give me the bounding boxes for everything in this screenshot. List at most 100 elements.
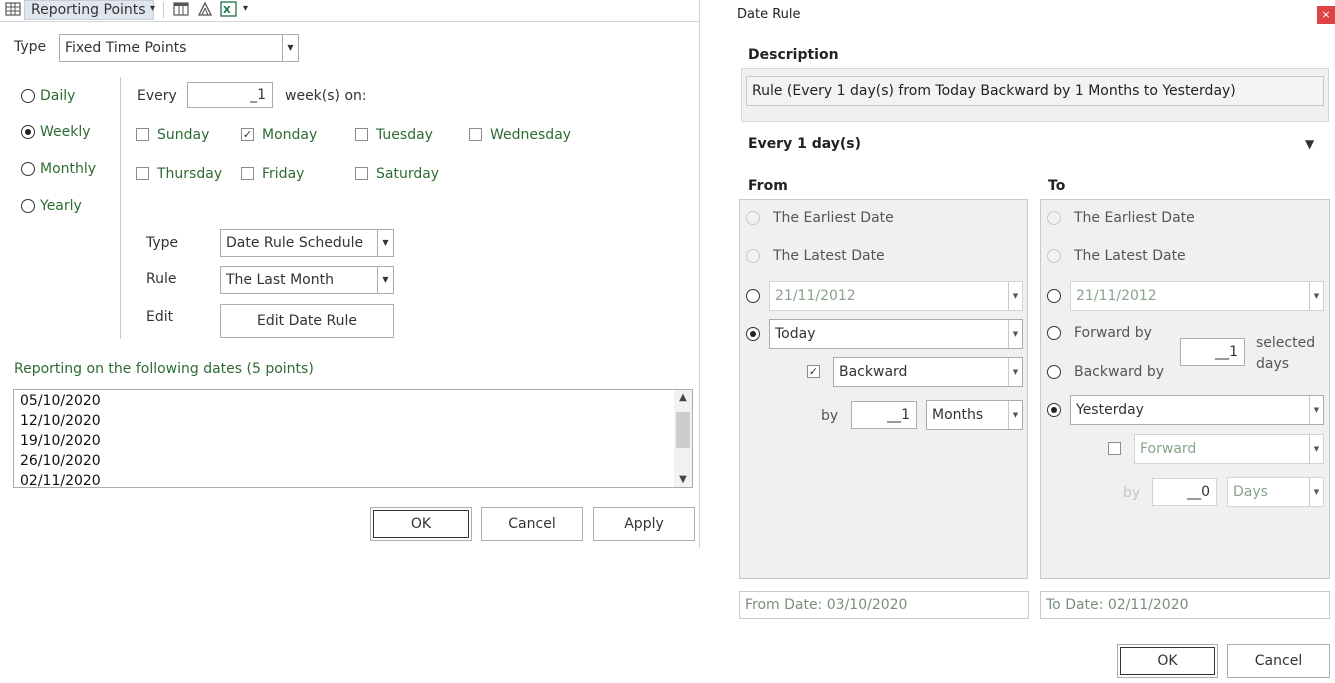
to-relative-value: Yesterday xyxy=(1076,402,1144,418)
to-direction-select[interactable]: Forward ▼ xyxy=(1134,434,1324,464)
rule-label: Rule xyxy=(146,271,177,287)
to-direction-checkbox[interactable] xyxy=(1108,442,1121,455)
to-days-label: days xyxy=(1256,356,1290,372)
table-icon[interactable] xyxy=(172,0,190,20)
frequency-divider xyxy=(120,77,121,339)
edit-label: Edit xyxy=(146,309,174,325)
radio-monthly[interactable] xyxy=(21,162,35,176)
chevron-down-icon[interactable]: ▾ xyxy=(150,0,155,20)
type-label: Type xyxy=(14,39,47,55)
from-earliest-label: The Earliest Date xyxy=(773,210,894,226)
radio-to-relative[interactable] xyxy=(1047,403,1061,417)
to-relative-select[interactable]: Yesterday ▼ xyxy=(1070,395,1324,425)
radio-from-relative[interactable] xyxy=(746,327,760,341)
chevron-down-icon[interactable]: ▼ xyxy=(674,474,692,485)
chevron-down-icon: ▼ xyxy=(1309,282,1323,310)
to-unit-select[interactable]: Days ▼ xyxy=(1227,477,1324,507)
reporting-points-dialog: Reporting Points ▾ X ▾ Type Fixed Time P… xyxy=(0,0,700,548)
list-item[interactable]: 12/10/2020 xyxy=(20,412,101,430)
list-item[interactable]: 05/10/2020 xyxy=(20,392,101,410)
schedule-type-select[interactable]: Date Rule Schedule ▼ xyxy=(220,229,394,257)
cancel-button[interactable]: Cancel xyxy=(481,507,583,541)
chart-icon[interactable] xyxy=(196,0,214,20)
radio-weekly[interactable] xyxy=(21,125,35,139)
checkbox-friday[interactable] xyxy=(241,167,254,180)
chevron-up-icon[interactable]: ▲ xyxy=(674,392,692,403)
to-date-picker[interactable]: 21/11/2012 ▼ xyxy=(1070,281,1324,311)
description-value: Rule (Every 1 day(s) from Today Backward… xyxy=(746,76,1324,106)
toolbar: Reporting Points ▾ X ▾ xyxy=(0,0,700,22)
apply-button[interactable]: Apply xyxy=(593,507,695,541)
from-date-picker[interactable]: 21/11/2012 ▼ xyxy=(769,281,1023,311)
from-unit-select[interactable]: Months ▼ xyxy=(926,400,1023,430)
radio-monthly-label: Monthly xyxy=(40,161,97,177)
chevron-down-icon: ▼ xyxy=(1008,401,1022,429)
to-earliest-label: The Earliest Date xyxy=(1074,210,1195,226)
radio-weekly-label: Weekly xyxy=(40,124,91,140)
to-direction-value: Forward xyxy=(1140,441,1197,457)
radio-to-latest[interactable] xyxy=(1047,249,1061,263)
list-item[interactable]: 02/11/2020 xyxy=(20,472,101,487)
excel-dropdown-icon[interactable]: ▾ xyxy=(243,0,248,20)
to-backward-by-label: Backward by xyxy=(1074,364,1165,380)
edit-date-rule-button[interactable]: Edit Date Rule xyxy=(220,304,394,338)
rule-select[interactable]: The Last Month ▼ xyxy=(220,266,394,294)
checkbox-monday[interactable]: ✓ xyxy=(241,128,254,141)
radio-from-date[interactable] xyxy=(746,289,760,303)
chevron-down-icon: ▼ xyxy=(1008,320,1022,348)
radio-from-earliest[interactable] xyxy=(746,211,760,225)
chevron-down-icon: ▼ xyxy=(377,267,393,293)
checkbox-thursday[interactable] xyxy=(136,167,149,180)
radio-to-backward-by[interactable] xyxy=(1047,365,1061,379)
grid-icon[interactable] xyxy=(4,0,22,20)
radio-from-latest[interactable] xyxy=(746,249,760,263)
section-label: Every 1 day(s) xyxy=(748,136,861,152)
every-input[interactable]: _1 xyxy=(187,82,273,108)
dates-list[interactable]: 05/10/2020 12/10/2020 19/10/2020 26/10/2… xyxy=(13,389,693,488)
cancel-button[interactable]: Cancel xyxy=(1227,644,1330,678)
from-direction-checkbox[interactable]: ✓ xyxy=(807,365,820,378)
chevron-down-icon[interactable]: ▼ xyxy=(1305,135,1314,153)
radio-to-date[interactable] xyxy=(1047,289,1061,303)
checkbox-wednesday[interactable] xyxy=(469,128,482,141)
toolbar-separator xyxy=(163,2,164,18)
schedule-type-value: Date Rule Schedule xyxy=(226,235,364,251)
from-by-input[interactable]: __1 xyxy=(851,401,917,429)
radio-yearly[interactable] xyxy=(21,199,35,213)
chevron-down-icon: ▼ xyxy=(377,230,393,256)
dialog-title: Date Rule xyxy=(737,7,801,22)
close-icon[interactable]: × xyxy=(1317,6,1335,24)
rule-value: The Last Month xyxy=(226,272,334,288)
chevron-down-icon: ▼ xyxy=(1008,282,1022,310)
from-relative-value: Today xyxy=(775,326,816,342)
radio-to-forward-by[interactable] xyxy=(1047,326,1061,340)
list-item[interactable]: 26/10/2020 xyxy=(20,452,101,470)
checkbox-sunday-label: Sunday xyxy=(157,127,210,143)
checkbox-tuesday[interactable] xyxy=(355,128,368,141)
from-relative-select[interactable]: Today ▼ xyxy=(769,319,1023,349)
type-select[interactable]: Fixed Time Points ▼ xyxy=(59,34,299,62)
to-by-label: by xyxy=(1123,485,1141,501)
radio-daily[interactable] xyxy=(21,89,35,103)
from-direction-select[interactable]: Backward ▼ xyxy=(833,357,1023,387)
list-item[interactable]: 19/10/2020 xyxy=(20,432,101,450)
schedule-type-label: Type xyxy=(146,235,179,251)
reporting-points-menu[interactable]: Reporting Points xyxy=(24,0,154,20)
ok-button[interactable]: OK xyxy=(370,507,472,541)
scrollbar-thumb[interactable] xyxy=(676,412,690,448)
ok-button[interactable]: OK xyxy=(1117,644,1218,678)
to-date-value: 21/11/2012 xyxy=(1076,288,1157,304)
chevron-down-icon: ▼ xyxy=(1309,435,1323,463)
checkbox-sunday[interactable] xyxy=(136,128,149,141)
radio-to-earliest[interactable] xyxy=(1047,211,1061,225)
every-label: Every xyxy=(137,88,177,104)
to-panel: The Earliest Date The Latest Date 21/11/… xyxy=(1040,199,1330,579)
chevron-down-icon: ▼ xyxy=(1008,358,1022,386)
checkbox-saturday[interactable] xyxy=(355,167,368,180)
scrollbar[interactable]: ▲ ▼ xyxy=(674,390,692,487)
to-selected-days-input[interactable]: __1 xyxy=(1180,338,1245,366)
radio-yearly-label: Yearly xyxy=(40,198,82,214)
excel-icon[interactable]: X xyxy=(220,0,240,20)
to-by-input[interactable]: __0 xyxy=(1152,478,1217,506)
to-label: To xyxy=(1048,178,1066,194)
